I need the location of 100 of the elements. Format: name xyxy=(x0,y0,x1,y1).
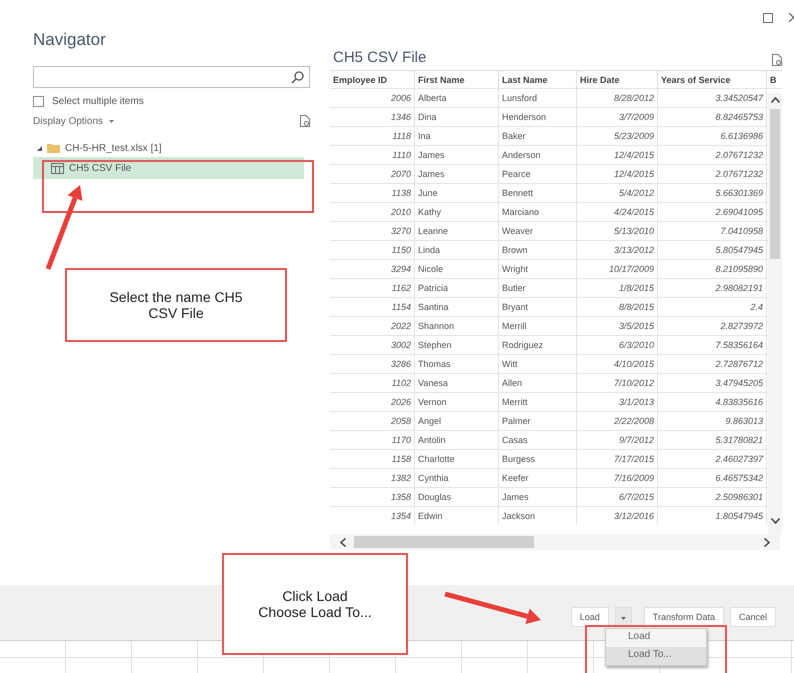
window-title: Navigator xyxy=(33,30,107,51)
table-cell: Vernon xyxy=(414,392,498,412)
table-cell: 3002 xyxy=(330,336,414,354)
table-cell: 3294 xyxy=(330,260,414,278)
table-cell: Burgess xyxy=(498,450,576,468)
table-cell: Edwin xyxy=(414,506,498,525)
chevron-right-icon xyxy=(764,538,770,546)
table-cell: 8.82465753 xyxy=(658,108,766,126)
chevron-up-icon xyxy=(770,97,780,103)
table-cell: Thomas xyxy=(414,354,498,374)
load-button[interactable]: Load xyxy=(570,606,609,626)
table-cell: Merritt xyxy=(498,392,576,412)
table-cell: 2022 xyxy=(330,316,414,336)
table-cell: 1158 xyxy=(330,450,414,468)
table-cell: 3270 xyxy=(330,222,414,240)
table-cell: 6.46575342 xyxy=(658,468,766,488)
table-cell: 2058 xyxy=(330,412,414,430)
scrollbar-thumb[interactable] xyxy=(354,536,534,548)
table-cell: Weaver xyxy=(498,222,576,240)
table-cell: 12/4/2015 xyxy=(576,146,658,164)
table-cell: Casas xyxy=(498,430,576,450)
table-cell: 2.07671232 xyxy=(658,164,766,184)
table-cell: 1138 xyxy=(330,184,414,202)
menu-item[interactable]: Load xyxy=(606,629,706,647)
table-cell: Dina xyxy=(414,108,498,126)
table-cell: Anderson xyxy=(498,146,576,164)
table-cell: Alberta xyxy=(414,88,498,108)
vertical-scrollbar[interactable] xyxy=(768,93,782,534)
table-cell: 5/4/2012 xyxy=(576,184,658,202)
table-cell: 4/10/2015 xyxy=(576,354,658,374)
search-icon xyxy=(291,70,304,84)
table-cell: 1354 xyxy=(330,506,414,525)
table-cell: 1118 xyxy=(330,126,414,146)
table-cell: 1154 xyxy=(330,298,414,316)
callout-text: CSV File xyxy=(148,305,204,321)
column-header: Employee ID xyxy=(330,71,414,88)
table-cell: 2/22/2008 xyxy=(576,412,658,430)
preview-title: CH5 CSV File xyxy=(333,49,426,66)
table-cell: 2.8273972 xyxy=(658,316,766,336)
search-field[interactable] xyxy=(33,66,310,88)
table-cell: 1150 xyxy=(330,240,414,260)
folder-icon xyxy=(47,143,60,153)
table-cell: 12/4/2015 xyxy=(576,164,658,184)
table-cell: James xyxy=(414,146,498,164)
button[interactable]: Transform Data xyxy=(644,606,724,626)
tree-item[interactable]: CH5 CSV File xyxy=(33,157,304,179)
column-header: Years of Service xyxy=(658,71,766,88)
table-cell: Henderson xyxy=(498,108,576,126)
callout-text: Choose Load To... xyxy=(258,604,372,620)
table-cell: 1170 xyxy=(330,430,414,450)
table-cell: Ina xyxy=(414,126,498,146)
table-cell: 2.69041095 xyxy=(658,202,766,222)
callout-text: Click Load xyxy=(282,588,348,604)
table-cell: 7/16/2009 xyxy=(576,468,658,488)
table-cell: 3/12/2016 xyxy=(576,506,658,525)
table-cell: 5/23/2009 xyxy=(576,126,658,146)
table-cell: Patricia xyxy=(414,278,498,298)
table-cell: Bennett xyxy=(498,184,576,202)
checkbox[interactable] xyxy=(33,96,44,107)
dropdown-button[interactable] xyxy=(614,606,632,626)
table-cell: Shannon xyxy=(414,316,498,336)
button[interactable]: Cancel xyxy=(730,606,776,626)
scrollbar-thumb[interactable] xyxy=(770,109,780,259)
table-cell: 1/8/2015 xyxy=(576,278,658,298)
table-cell: Butler xyxy=(498,278,576,298)
table-cell: Cynthia xyxy=(414,468,498,488)
table-cell: 8/28/2012 xyxy=(576,88,658,108)
table-cell: 3.47945205 xyxy=(658,374,766,392)
document-refresh-icon[interactable] xyxy=(300,115,310,127)
table-cell: Marciano xyxy=(498,202,576,222)
horizontal-scrollbar[interactable] xyxy=(330,534,780,550)
table-cell: 7.0410958 xyxy=(658,222,766,240)
table-cell: 10/17/2009 xyxy=(576,260,658,278)
table-cell: 2.46027397 xyxy=(658,450,766,468)
document-refresh-icon[interactable] xyxy=(772,54,782,66)
table-cell: 1382 xyxy=(330,468,414,488)
column-header: Last Name xyxy=(498,71,576,88)
table-cell: 1358 xyxy=(330,488,414,506)
caret-icon xyxy=(620,616,626,620)
table-cell: Santina xyxy=(414,298,498,316)
tree-item[interactable]: CH-5-HR_test.xlsx [1] xyxy=(33,139,310,157)
maximize-icon[interactable] xyxy=(763,13,773,23)
table-cell: James xyxy=(498,488,576,506)
table-cell: 8.21095890 xyxy=(658,260,766,278)
table-cell: 1110 xyxy=(330,146,414,164)
table-cell: 3/7/2009 xyxy=(576,108,658,126)
table-cell: Allen xyxy=(498,374,576,392)
table-cell: 2026 xyxy=(330,392,414,412)
callout-text: Select the name CH5 xyxy=(109,289,243,305)
table-cell: Douglas xyxy=(414,488,498,506)
table-cell: Angel xyxy=(414,412,498,430)
table-cell: 3/5/2015 xyxy=(576,316,658,336)
table-cell: 1162 xyxy=(330,278,414,298)
table-cell: Vanesa xyxy=(414,374,498,392)
table-cell: Merrill xyxy=(498,316,576,336)
display-options-dropdown[interactable]: Display Options xyxy=(33,116,114,126)
table-cell: Nicole xyxy=(414,260,498,278)
table-cell: Leanne xyxy=(414,222,498,240)
menu-item[interactable]: Load To... xyxy=(606,647,706,665)
table-cell: 2.07671232 xyxy=(658,146,766,164)
